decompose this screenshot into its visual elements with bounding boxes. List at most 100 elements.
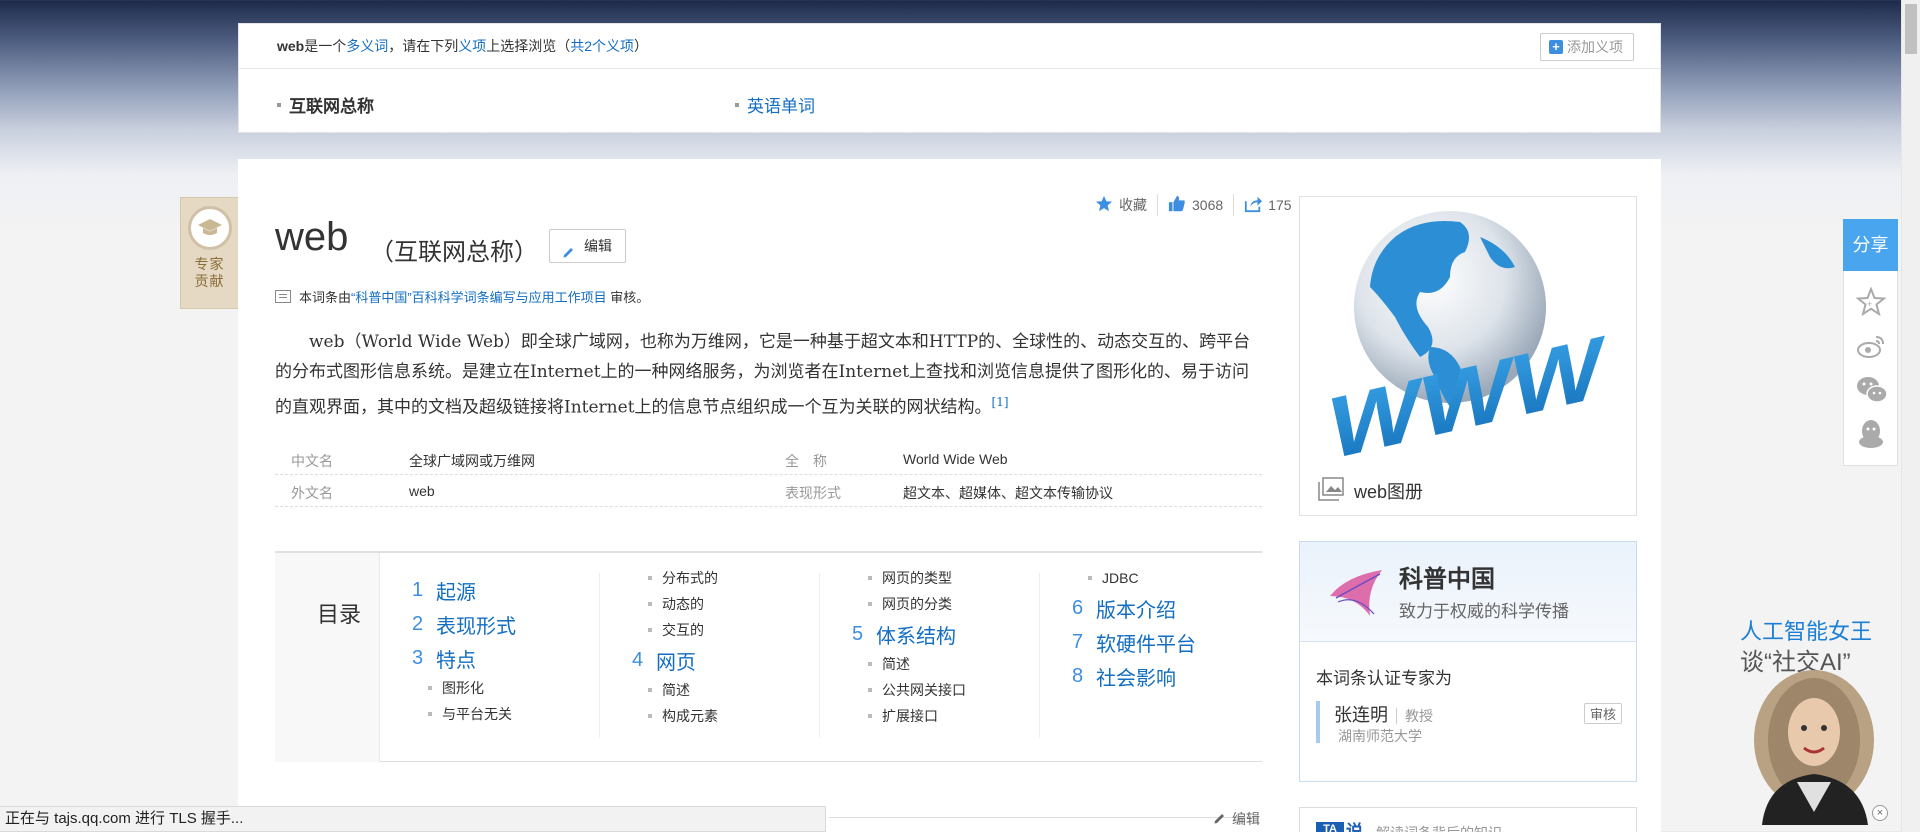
graduation-cap-icon — [187, 206, 232, 250]
section-divider — [829, 817, 1259, 818]
toc-chapter-link[interactable]: 8 社会影响 — [1072, 659, 1292, 693]
expert-name: 张连明 — [1334, 705, 1388, 725]
collect-button[interactable]: 收藏 — [1085, 193, 1157, 217]
globe-www-image: WWW — [1326, 211, 1606, 457]
edit-button[interactable]: 编辑 — [549, 229, 626, 263]
info-name: 全 称 — [785, 453, 827, 469]
page-title: web — [275, 215, 349, 259]
browser-status-bar: 正在与 tajs.qq.com 进行 TLS 握手... — [0, 806, 826, 832]
toc-chapter-number: 5 — [852, 622, 864, 645]
review-notice: 本词条由“科普中国”百科科学词条编写与应用工作项目 审核。 — [275, 287, 649, 306]
add-sense-label: 添加义项 — [1567, 39, 1623, 55]
table-of-contents: 目录 1 起源 2 表现形式 3 特点 图形化 与平台无关 分布式的 动态的 交互的 4 网页 简述 构成… — [275, 551, 1262, 762]
bullet-icon — [868, 688, 872, 692]
qq-icon[interactable] — [1856, 418, 1886, 448]
toc-chapter-link[interactable]: 7 软硬件平台 — [1072, 625, 1292, 659]
bullet-icon — [648, 576, 652, 580]
expert-contribution-badge[interactable]: 专家贡献 — [180, 197, 238, 309]
science-china-header[interactable]: 科普中国 致力于权威的科学传播 — [1300, 542, 1636, 642]
toc-subsection-label: 扩展接口 — [882, 708, 938, 724]
toc-subsection-label: 网页的分类 — [882, 596, 952, 612]
bullet-icon — [428, 686, 432, 690]
toc-subsection-label: 公共网关接口 — [882, 682, 966, 698]
toc-chapter-label: 软硬件平台 — [1096, 633, 1196, 656]
info-name: 中文名 — [291, 453, 333, 469]
toc-subsection-label: 动态的 — [662, 596, 704, 612]
share-arrow-icon — [1244, 195, 1263, 216]
toc-chapter-number: 2 — [412, 612, 424, 635]
toc-title: 目录 — [317, 602, 362, 627]
bullet-icon — [868, 602, 872, 606]
page-subtitle: （互联网总称） — [370, 239, 538, 266]
polysemy-link[interactable]: 多义词 — [346, 38, 388, 54]
reference-link[interactable]: [1] — [992, 395, 1009, 409]
thumbs-up-icon — [1168, 195, 1186, 216]
toc-subsection-label: 构成元素 — [662, 708, 718, 724]
section-edit-label: 编辑 — [1232, 811, 1260, 827]
gallery-icon — [1318, 476, 1344, 506]
divider — [1039, 573, 1040, 738]
toc-chapter-link[interactable]: 6 版本介绍 — [1072, 591, 1292, 625]
toc-column: JDBC 6 版本介绍 7 软硬件平台 8 社会影响 — [1072, 565, 1292, 735]
polysemy-text-2: ，请在下列 — [388, 38, 459, 54]
wechat-icon[interactable] — [1856, 375, 1888, 405]
toc-subsection-link[interactable]: JDBC — [1072, 565, 1292, 591]
expert-organization: 湖南师范大学 — [1338, 728, 1422, 744]
info-name: 表现形式 — [785, 485, 841, 501]
toc-chapter-label: 体系结构 — [876, 625, 956, 648]
scrollbar-thumb[interactable] — [1905, 4, 1917, 54]
section-edit-button[interactable]: 编辑 — [1213, 809, 1260, 829]
divider — [819, 573, 820, 738]
ta-says-card[interactable]: TA 说 解读词条背后的知识 — [1299, 807, 1637, 832]
bullet-icon — [648, 714, 652, 718]
album-footer: web图册 — [1300, 467, 1636, 515]
share-button[interactable]: 分享 — [1843, 219, 1898, 271]
add-sense-button[interactable]: + 添加义项 — [1540, 33, 1634, 61]
weibo-icon[interactable] — [1856, 332, 1886, 362]
review-tag: 审核 — [1583, 703, 1622, 724]
ta-logo-tail: 说 — [1346, 822, 1363, 832]
sense-item-internet[interactable]: 互联网总称 — [277, 92, 374, 117]
page-scrollbar[interactable] — [1901, 0, 1920, 832]
toc-subsection-label: 与平台无关 — [442, 706, 512, 722]
basic-info-row: 外文名 web 表现形式 超文本、超媒体、超文本传输协议 — [275, 475, 1262, 507]
ad-portrait-image[interactable] — [1742, 670, 1892, 825]
toc-header: 目录 — [275, 553, 380, 762]
expert-title: 教授 — [1396, 708, 1433, 724]
toc-chapter-label: 社会影响 — [1096, 667, 1176, 690]
toc-chapter-number: 6 — [1072, 596, 1084, 619]
like-button[interactable]: 3068 — [1158, 193, 1233, 217]
album-card[interactable]: WWW web图册 — [1299, 196, 1637, 516]
sense-item-english-word[interactable]: 英语单词 — [735, 92, 815, 117]
share-count: 175 — [1268, 197, 1292, 213]
bullet-icon — [868, 662, 872, 666]
sense-link[interactable]: 义项 — [458, 38, 486, 54]
pencil-icon — [562, 238, 576, 270]
pencil-icon — [1213, 811, 1227, 828]
share-count-button[interactable]: 175 — [1234, 193, 1301, 217]
ta-logo: TA — [1316, 822, 1344, 832]
toc-subsection-label: 交互的 — [662, 622, 704, 638]
science-china-card: 科普中国 致力于权威的科学传播 本词条认证专家为 张连明 教授 湖南师范大学 审核 — [1299, 541, 1637, 782]
summary-text: web（World Wide Web）即全球广域网，也称为万维网，它是一种基于超… — [275, 332, 1251, 418]
sense-count-link[interactable]: 共2个义项 — [570, 38, 634, 54]
science-china-logo-icon — [1326, 566, 1386, 625]
share-sidebar: 分享 + — [1843, 219, 1898, 466]
toc-chapter-number: 3 — [412, 646, 424, 669]
basic-info-row: 中文名 全球广域网或万维网 全 称 World Wide Web — [275, 443, 1262, 475]
ad-close-button[interactable]: × — [1872, 805, 1888, 821]
bullet-icon — [1088, 576, 1092, 580]
toc-chapter-label: 起源 — [436, 581, 476, 604]
favorite-star-icon[interactable]: + — [1855, 286, 1887, 317]
polysemy-text-4: ） — [634, 38, 649, 54]
review-project-link[interactable]: “科普中国”百科科学词条编写与应用工作项目 — [351, 290, 607, 305]
info-name: 外文名 — [291, 485, 333, 501]
toc-chapter-label: 网页 — [656, 651, 696, 674]
document-icon — [275, 290, 291, 303]
review-text-2: 审核。 — [606, 290, 650, 305]
bullet-icon — [428, 712, 432, 716]
info-value: 全球广域网或万维网 — [409, 453, 535, 469]
bullet-icon — [648, 602, 652, 606]
lemma-summary: web（World Wide Web）即全球广域网，也称为万维网，它是一种基于超… — [275, 327, 1255, 423]
expert-entry[interactable]: 张连明 教授 湖南师范大学 审核 — [1316, 701, 1622, 744]
